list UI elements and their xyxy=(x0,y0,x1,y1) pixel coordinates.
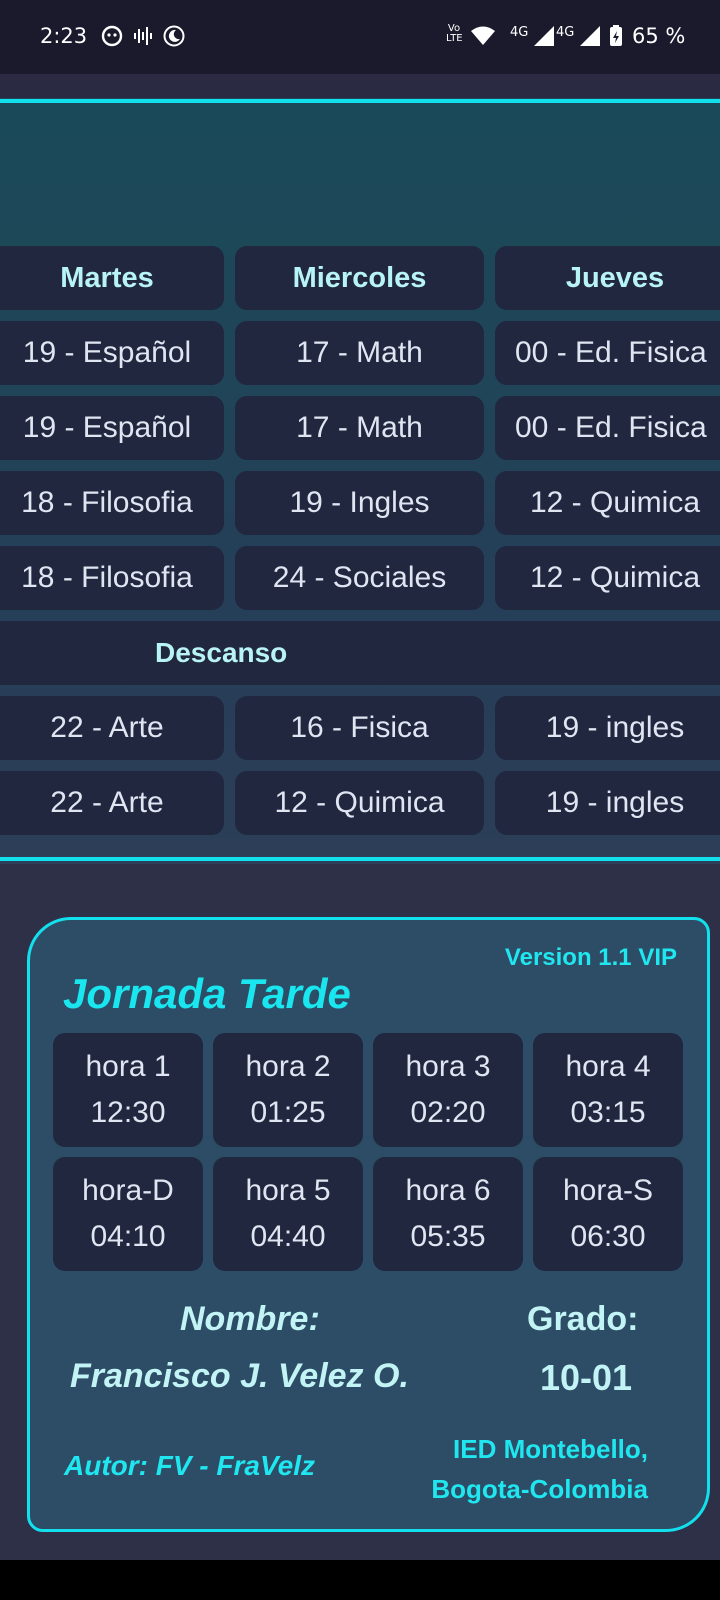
hour-slot: hora 1 12:30 xyxy=(53,1033,203,1147)
schedule-cell: 00 - Ed. Fisica xyxy=(495,321,720,385)
hour-slot: hora 4 03:15 xyxy=(533,1033,683,1147)
hour-time: 01:25 xyxy=(250,1096,326,1129)
hour-time: 05:35 xyxy=(410,1220,486,1253)
battery-icon xyxy=(610,25,622,46)
schedule-cell: 00 - Ed. Fisica xyxy=(495,396,720,460)
schedule-cell: 18 - Filosofia xyxy=(0,471,224,535)
schedule-cell: 22 - Arte xyxy=(0,696,224,760)
hour-slot: hora 2 01:25 xyxy=(213,1033,363,1147)
hour-time: 03:15 xyxy=(570,1096,646,1129)
battery-percentage: 65 % xyxy=(632,24,686,48)
signal-icon xyxy=(534,26,554,46)
hour-slot: hora 3 02:20 xyxy=(373,1033,523,1147)
status-time: 2:23 xyxy=(40,24,88,48)
sound-wave-icon xyxy=(134,27,152,45)
status-bar: 2:23 Vo LTE 4G 4G 65 % xyxy=(0,0,720,74)
signal-icon xyxy=(580,26,600,46)
grade-label: Grado: xyxy=(527,1300,639,1338)
break-row: Descanso xyxy=(0,621,720,685)
hour-label: hora 2 xyxy=(245,1050,331,1083)
shift-title: Jornada Tarde xyxy=(63,970,351,1017)
student-grade: 10-01 xyxy=(540,1357,633,1398)
hour-slot: hora-D 04:10 xyxy=(53,1157,203,1271)
hour-time: 04:40 xyxy=(250,1220,326,1253)
hour-label: hora 4 xyxy=(565,1050,651,1083)
schedule-cell: 19 - ingles xyxy=(495,696,720,760)
hour-time: 06:30 xyxy=(570,1220,646,1253)
schedule-cell: 12 - Quimica xyxy=(495,546,720,610)
schedule-cell: 19 - Ingles xyxy=(235,471,484,535)
night-mode-icon xyxy=(163,25,185,47)
name-label: Nombre: xyxy=(180,1300,320,1338)
network-type-2: 4G xyxy=(556,25,575,40)
hour-slot: hora 5 04:40 xyxy=(213,1157,363,1271)
schedule-cell: 19 - ingles xyxy=(495,771,720,835)
hour-slot: hora 6 05:35 xyxy=(373,1157,523,1271)
hour-time: 12:30 xyxy=(90,1096,166,1129)
hour-label: hora-D xyxy=(82,1174,174,1207)
schedule-cell: 17 - Math xyxy=(235,321,484,385)
hour-slot: hora-S 06:30 xyxy=(533,1157,683,1271)
schedule-cell: 16 - Fisica xyxy=(235,696,484,760)
hour-label: hora 6 xyxy=(405,1174,491,1207)
volte-indicator: Vo LTE xyxy=(446,23,463,44)
schedule-cell: 12 - Quimica xyxy=(235,771,484,835)
school-line-2: Bogota-Colombia xyxy=(431,1474,648,1504)
schedule-cell: 24 - Sociales xyxy=(235,546,484,610)
student-name: Francisco J. Velez O. xyxy=(70,1357,409,1395)
hour-label: hora 3 xyxy=(405,1050,491,1083)
schedule-cell: 22 - Arte xyxy=(0,771,224,835)
day-header-miercoles: Miercoles xyxy=(235,246,484,310)
day-header-martes: Martes xyxy=(0,246,224,310)
divider-top xyxy=(0,99,720,103)
schedule-cell: 19 - Español xyxy=(0,396,224,460)
navigation-bar xyxy=(0,1560,720,1600)
network-type: 4G xyxy=(510,25,529,40)
author-label: Autor: FV - FraVelz xyxy=(64,1450,315,1481)
schedule-cell: 17 - Math xyxy=(235,396,484,460)
schedule-cell: 19 - Español xyxy=(0,321,224,385)
hour-time: 04:10 xyxy=(90,1220,166,1253)
day-header-jueves: Jueves xyxy=(495,246,720,310)
hour-label: hora-S xyxy=(562,1174,654,1207)
wifi-icon xyxy=(471,26,495,45)
hour-label: hora 5 xyxy=(245,1174,331,1207)
school-line-1: IED Montebello, xyxy=(453,1434,648,1464)
hour-time: 02:20 xyxy=(410,1096,486,1129)
schedule-cell: 12 - Quimica xyxy=(495,471,720,535)
version-label: Version 1.1 VIP xyxy=(504,944,677,971)
face-icon xyxy=(101,25,123,47)
divider-bottom xyxy=(0,857,720,861)
schedule-cell: 18 - Filosofia xyxy=(0,546,224,610)
hour-label: hora 1 xyxy=(85,1050,171,1083)
